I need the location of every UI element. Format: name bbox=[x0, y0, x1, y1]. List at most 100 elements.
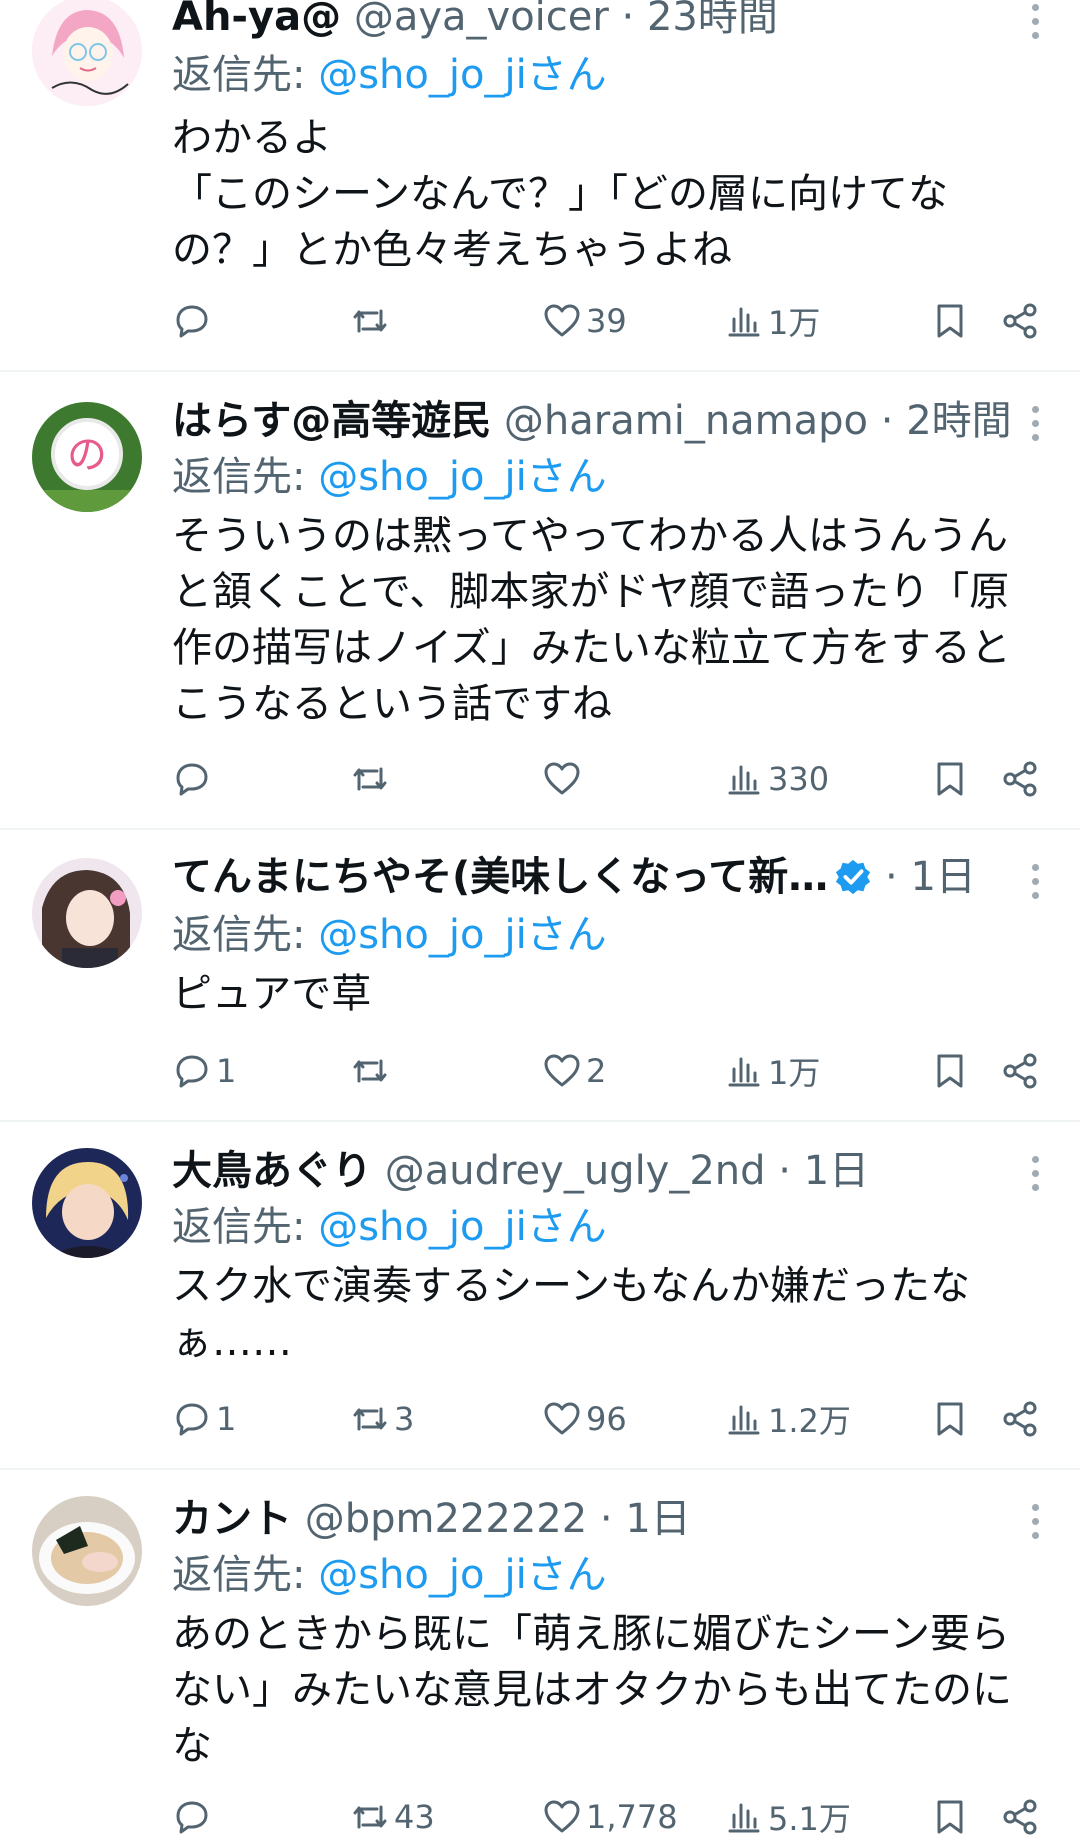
like-button[interactable]: 39 bbox=[542, 296, 627, 346]
action-bar: 43 1,778 5.1万 bbox=[172, 1792, 1040, 1842]
share-icon bbox=[1003, 761, 1037, 797]
like-button[interactable]: 1,778 bbox=[542, 1792, 678, 1842]
svg-text:の: の bbox=[67, 432, 107, 478]
reply-button[interactable] bbox=[172, 754, 216, 804]
views-button[interactable]: 5.1万 bbox=[724, 1792, 851, 1842]
tweet-2[interactable]: の はらす@高等遊民 @harami_namapo · 2時間 返信先: @sh… bbox=[0, 372, 1080, 830]
timestamp[interactable]: 1日 bbox=[625, 1496, 690, 1542]
heart-icon bbox=[544, 1054, 580, 1087]
retweet-count: 3 bbox=[394, 1400, 415, 1438]
reply-to-label: 返信先: bbox=[172, 912, 319, 958]
reply-to: 返信先: @sho_jo_jiさん bbox=[172, 452, 607, 502]
user-handle[interactable]: @audrey_ugly_2nd bbox=[385, 1148, 766, 1194]
more-icon[interactable] bbox=[1030, 4, 1040, 44]
reply-count: 1 bbox=[216, 1400, 237, 1438]
bookmark-button[interactable] bbox=[930, 754, 970, 804]
like-button[interactable]: 96 bbox=[542, 1394, 627, 1444]
timestamp[interactable]: 23時間 bbox=[647, 0, 778, 40]
user-handle[interactable]: @harami_namapo bbox=[504, 398, 868, 444]
share-button[interactable] bbox=[1000, 754, 1040, 804]
share-button[interactable] bbox=[1000, 1394, 1040, 1444]
tweet-text: そういうのは黙ってやってわかる人はうんうんと頷くことで、脚本家がドヤ顔で語ったり… bbox=[172, 513, 1011, 727]
reply-button[interactable] bbox=[172, 296, 216, 346]
more-icon[interactable] bbox=[1030, 1504, 1040, 1544]
user-handle[interactable]: @bpm222222 bbox=[305, 1496, 587, 1542]
display-name[interactable]: カント bbox=[172, 1496, 292, 1542]
retweet-icon bbox=[353, 309, 387, 333]
more-icon[interactable] bbox=[1030, 1156, 1040, 1196]
avatar[interactable]: の bbox=[32, 402, 142, 512]
retweet-button[interactable] bbox=[350, 1046, 394, 1096]
bookmark-button[interactable] bbox=[930, 1792, 970, 1842]
display-name[interactable]: はらす@高等遊民 bbox=[172, 398, 491, 444]
avatar[interactable] bbox=[32, 1148, 142, 1258]
share-button[interactable] bbox=[1000, 1792, 1040, 1842]
display-name[interactable]: Ah-ya@ bbox=[172, 0, 341, 40]
timestamp[interactable]: 1日 bbox=[910, 854, 975, 900]
reply-icon bbox=[176, 1055, 208, 1088]
views-button[interactable]: 330 bbox=[724, 754, 829, 804]
reply-mention-link[interactable]: @sho_jo_jiさん bbox=[318, 1552, 606, 1598]
views-count: 1万 bbox=[768, 304, 821, 342]
reply-icon bbox=[176, 1403, 208, 1436]
avatar[interactable] bbox=[32, 858, 142, 968]
tweet-header: はらす@高等遊民 @harami_namapo · 2時間 bbox=[172, 398, 1040, 444]
action-bar: 330 bbox=[172, 754, 1040, 804]
reply-to: 返信先: @sho_jo_jiさん bbox=[172, 1550, 607, 1600]
tweet-4[interactable]: 大鳥あぐり @audrey_ugly_2nd · 1日 返信先: @sho_jo… bbox=[0, 1122, 1080, 1470]
reply-mention-link[interactable]: @sho_jo_jiさん bbox=[318, 912, 606, 958]
bookmark-icon bbox=[937, 1054, 963, 1088]
retweet-button[interactable]: 3 bbox=[350, 1394, 414, 1444]
tweet-text: わかるよ 「このシーンなんで？」「どの層に向けてなの？」とか色々考えちゃうよね bbox=[172, 115, 948, 273]
reply-to-label: 返信先: bbox=[172, 1552, 319, 1598]
views-icon bbox=[728, 1405, 760, 1435]
bookmark-icon bbox=[937, 762, 963, 796]
views-button[interactable]: 1.2万 bbox=[724, 1394, 851, 1444]
bookmark-button[interactable] bbox=[930, 296, 970, 346]
retweet-button[interactable]: 43 bbox=[350, 1792, 435, 1842]
tweet-1[interactable]: Ah-ya@ @aya_voicer · 23時間 返信先: @sho_jo_j… bbox=[0, 0, 1080, 372]
share-button[interactable] bbox=[1000, 1046, 1040, 1096]
display-name[interactable]: 大鳥あぐり bbox=[172, 1148, 372, 1194]
share-icon bbox=[1003, 303, 1037, 339]
more-icon[interactable] bbox=[1030, 406, 1040, 446]
reply-button[interactable]: 1 bbox=[172, 1394, 236, 1444]
timestamp[interactable]: 1日 bbox=[804, 1148, 869, 1194]
tweet-3[interactable]: てんまにちやそ(美味しくなって新… · 1日 返信先: @sho_jo_jiさん… bbox=[0, 830, 1080, 1122]
action-bar: 39 1万 bbox=[172, 296, 1040, 346]
like-count: 39 bbox=[586, 302, 627, 340]
timestamp[interactable]: 2時間 bbox=[906, 398, 1011, 444]
views-icon bbox=[728, 1057, 760, 1087]
bookmark-button[interactable] bbox=[930, 1046, 970, 1096]
reply-mention-link[interactable]: @sho_jo_jiさん bbox=[318, 52, 606, 98]
views-button[interactable]: 1万 bbox=[724, 296, 820, 346]
reply-button[interactable]: 1 bbox=[172, 1046, 236, 1096]
reply-to-label: 返信先: bbox=[172, 52, 319, 98]
like-button[interactable]: 2 bbox=[542, 1046, 606, 1096]
like-button[interactable] bbox=[542, 754, 586, 804]
reply-to: 返信先: @sho_jo_jiさん bbox=[172, 910, 607, 960]
separator-dot: · bbox=[868, 398, 907, 444]
user-handle[interactable]: @aya_voicer bbox=[354, 0, 609, 40]
reply-mention-link[interactable]: @sho_jo_jiさん bbox=[318, 1204, 606, 1250]
reply-mention-link[interactable]: @sho_jo_jiさん bbox=[318, 454, 606, 500]
separator-dot: · bbox=[885, 854, 911, 900]
share-button[interactable] bbox=[1000, 296, 1040, 346]
retweet-icon bbox=[353, 767, 387, 791]
views-count: 1.2万 bbox=[768, 1402, 851, 1440]
display-name[interactable]: てんまにちやそ(美味しくなって新… bbox=[172, 854, 828, 900]
reply-button[interactable] bbox=[172, 1792, 216, 1842]
bookmark-button[interactable] bbox=[930, 1394, 970, 1444]
views-button[interactable]: 1万 bbox=[724, 1046, 820, 1096]
share-icon bbox=[1003, 1401, 1037, 1437]
avatar[interactable] bbox=[32, 0, 142, 106]
retweet-button[interactable] bbox=[350, 296, 394, 346]
tweet-header: カント @bpm222222 · 1日 bbox=[172, 1496, 1040, 1542]
avatar[interactable] bbox=[32, 1496, 142, 1606]
tweet-5[interactable]: カント @bpm222222 · 1日 返信先: @sho_jo_jiさん あの… bbox=[0, 1470, 1080, 1845]
tweet-text: スク水で演奏するシーンもなんか嫌だったなぁ…… bbox=[172, 1263, 970, 1365]
more-icon[interactable] bbox=[1030, 864, 1040, 904]
retweet-button[interactable] bbox=[350, 754, 394, 804]
views-icon bbox=[728, 1803, 760, 1833]
avatar-image: の bbox=[32, 402, 142, 512]
